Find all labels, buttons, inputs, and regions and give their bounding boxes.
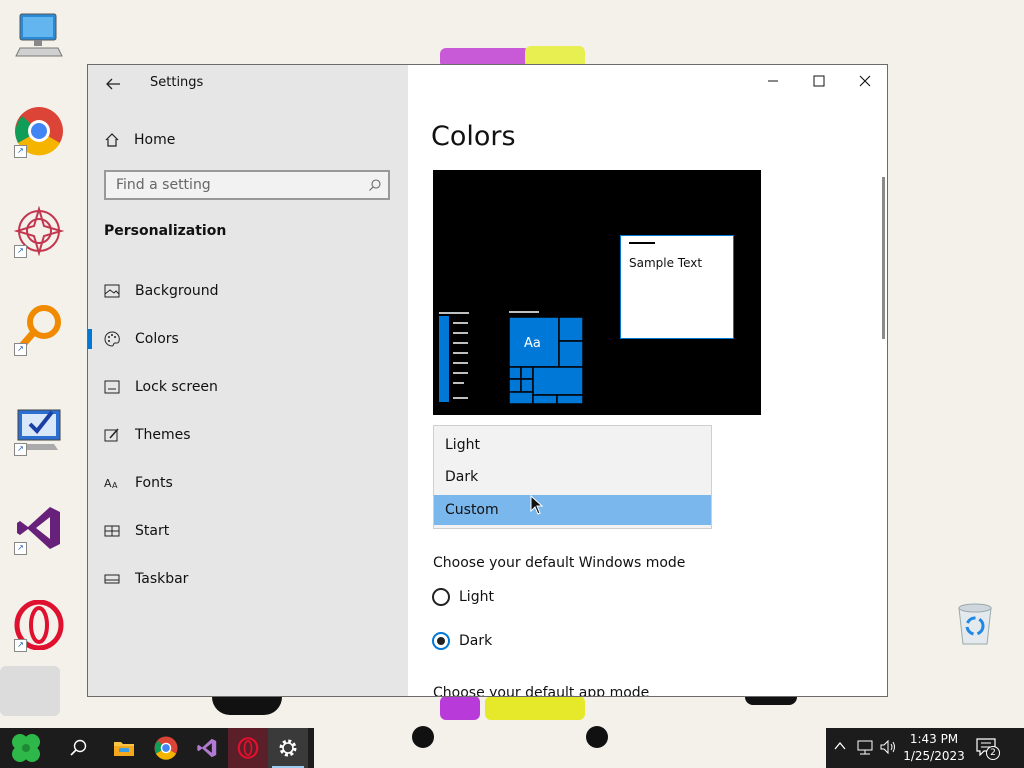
window-title: Settings bbox=[150, 75, 204, 90]
sidebar-item-label: Themes bbox=[135, 427, 191, 443]
tile-label: Aa bbox=[524, 336, 541, 351]
home-link[interactable]: Home bbox=[104, 129, 175, 151]
mouse-cursor-icon bbox=[530, 494, 544, 519]
taskbar-icon bbox=[104, 571, 120, 587]
windows-mode-dark-radio[interactable]: Dark bbox=[432, 632, 492, 650]
back-arrow-icon bbox=[106, 78, 120, 90]
picture-icon bbox=[104, 283, 120, 299]
sample-window-titlebar bbox=[629, 242, 655, 244]
maximize-button[interactable] bbox=[796, 65, 842, 97]
section-heading: Personalization bbox=[104, 223, 227, 239]
sidebar-item-label: Lock screen bbox=[135, 379, 218, 395]
sidebar-item-label: Taskbar bbox=[135, 571, 189, 587]
clock-date: 1/25/2023 bbox=[903, 749, 965, 763]
mandala-app-shortcut-icon[interactable]: ↗ bbox=[13, 205, 65, 258]
dropdown-option-light[interactable]: Light bbox=[434, 430, 711, 460]
color-mode-dropdown[interactable]: Light Dark Custom bbox=[433, 425, 712, 529]
sample-text: Sample Text bbox=[629, 256, 703, 270]
radio-label: Light bbox=[459, 589, 494, 605]
chrome-taskbar-button[interactable] bbox=[146, 728, 186, 768]
chevron-up-icon[interactable] bbox=[834, 739, 846, 753]
chrome-shortcut-icon[interactable]: ↗ bbox=[14, 106, 64, 158]
home-label: Home bbox=[134, 132, 176, 148]
brush-icon bbox=[104, 427, 120, 443]
checked-monitor-shortcut-icon[interactable]: ↗ bbox=[14, 404, 64, 456]
sidebar-item-label: Fonts bbox=[135, 475, 173, 491]
search-icon bbox=[70, 739, 87, 756]
sidebar-item-fonts[interactable]: AA Fonts bbox=[88, 463, 408, 503]
recycle-bin-icon[interactable] bbox=[955, 602, 995, 646]
sidebar-item-label: Colors bbox=[135, 331, 179, 347]
clover-start-icon bbox=[12, 734, 40, 762]
start-icon bbox=[104, 523, 120, 539]
page-title: Colors bbox=[431, 121, 516, 152]
sidebar-item-taskbar[interactable]: Taskbar bbox=[88, 559, 408, 599]
radio-circle-selected[interactable] bbox=[432, 632, 450, 650]
maximize-icon bbox=[813, 75, 825, 87]
close-icon bbox=[859, 75, 871, 87]
svg-text:A: A bbox=[104, 477, 112, 490]
app-mode-label: Choose your default app mode bbox=[433, 685, 650, 697]
network-icon[interactable] bbox=[856, 739, 874, 755]
back-button[interactable] bbox=[102, 73, 124, 95]
search-tool-shortcut-icon[interactable]: ↗ bbox=[14, 304, 64, 356]
color-preview: Aa Sample Text bbox=[433, 170, 761, 415]
sidebar-item-background[interactable]: Background bbox=[88, 271, 408, 311]
sample-window: Sample Text bbox=[620, 235, 734, 339]
windows-mode-light-radio[interactable]: Light bbox=[432, 588, 494, 606]
search-icon bbox=[369, 179, 381, 191]
radio-circle[interactable] bbox=[432, 588, 450, 606]
lock-screen-icon bbox=[104, 379, 120, 395]
sidebar-item-lock-screen[interactable]: Lock screen bbox=[88, 367, 408, 407]
clock-time: 1:43 PM bbox=[909, 732, 959, 746]
chrome-icon bbox=[154, 736, 178, 760]
visual-studio-taskbar-button[interactable] bbox=[187, 728, 227, 768]
folder-icon bbox=[114, 742, 134, 756]
close-button[interactable] bbox=[842, 65, 887, 97]
settings-sidebar: Settings Home Find a setting Personaliza… bbox=[88, 65, 408, 696]
svg-text:A: A bbox=[112, 481, 118, 490]
taskbar-clock[interactable]: 1:43 PM 1/25/2023 bbox=[896, 731, 972, 765]
search-button[interactable] bbox=[58, 728, 98, 768]
font-icon: AA bbox=[104, 475, 120, 491]
this-pc-icon[interactable] bbox=[14, 10, 64, 60]
sidebar-item-themes[interactable]: Themes bbox=[88, 415, 408, 455]
taskbar: 1:43 PM 1/25/2023 2 bbox=[0, 728, 1024, 768]
gear-icon bbox=[279, 739, 297, 757]
action-center-button[interactable]: 2 bbox=[976, 738, 1000, 760]
sidebar-item-colors[interactable]: Colors bbox=[88, 319, 408, 359]
windows-mode-label: Choose your default Windows mode bbox=[433, 555, 686, 571]
sidebar-item-label: Start bbox=[135, 523, 170, 539]
opera-icon bbox=[237, 737, 259, 759]
scrollbar-thumb[interactable] bbox=[882, 177, 885, 339]
settings-main-pane: Colors Aa Sample Text Light Dark Custom … bbox=[408, 65, 887, 696]
minimize-icon bbox=[768, 80, 778, 82]
sidebar-item-label: Background bbox=[135, 283, 219, 299]
file-explorer-button[interactable] bbox=[104, 728, 144, 768]
dropdown-option-custom[interactable]: Custom bbox=[434, 495, 711, 525]
settings-taskbar-button[interactable] bbox=[268, 728, 308, 768]
radio-label: Dark bbox=[459, 633, 493, 649]
search-placeholder: Find a setting bbox=[116, 177, 211, 193]
notification-count-badge: 2 bbox=[986, 746, 1000, 760]
minimize-button[interactable] bbox=[750, 65, 796, 97]
start-button[interactable] bbox=[6, 728, 46, 768]
visual-studio-shortcut-icon[interactable]: ↗ bbox=[14, 503, 64, 555]
taskbar-pinned-area bbox=[0, 728, 314, 768]
visual-studio-icon bbox=[197, 738, 217, 758]
dropdown-option-dark[interactable]: Dark bbox=[434, 462, 711, 492]
sidebar-item-start[interactable]: Start bbox=[88, 511, 408, 551]
opera-shortcut-icon[interactable]: ↗ bbox=[14, 599, 64, 652]
search-field[interactable]: Find a setting bbox=[104, 170, 390, 200]
opera-taskbar-button[interactable] bbox=[228, 728, 268, 768]
palette-icon bbox=[104, 331, 120, 347]
settings-window: Settings Home Find a setting Personaliza… bbox=[87, 64, 888, 697]
home-icon bbox=[105, 133, 119, 147]
